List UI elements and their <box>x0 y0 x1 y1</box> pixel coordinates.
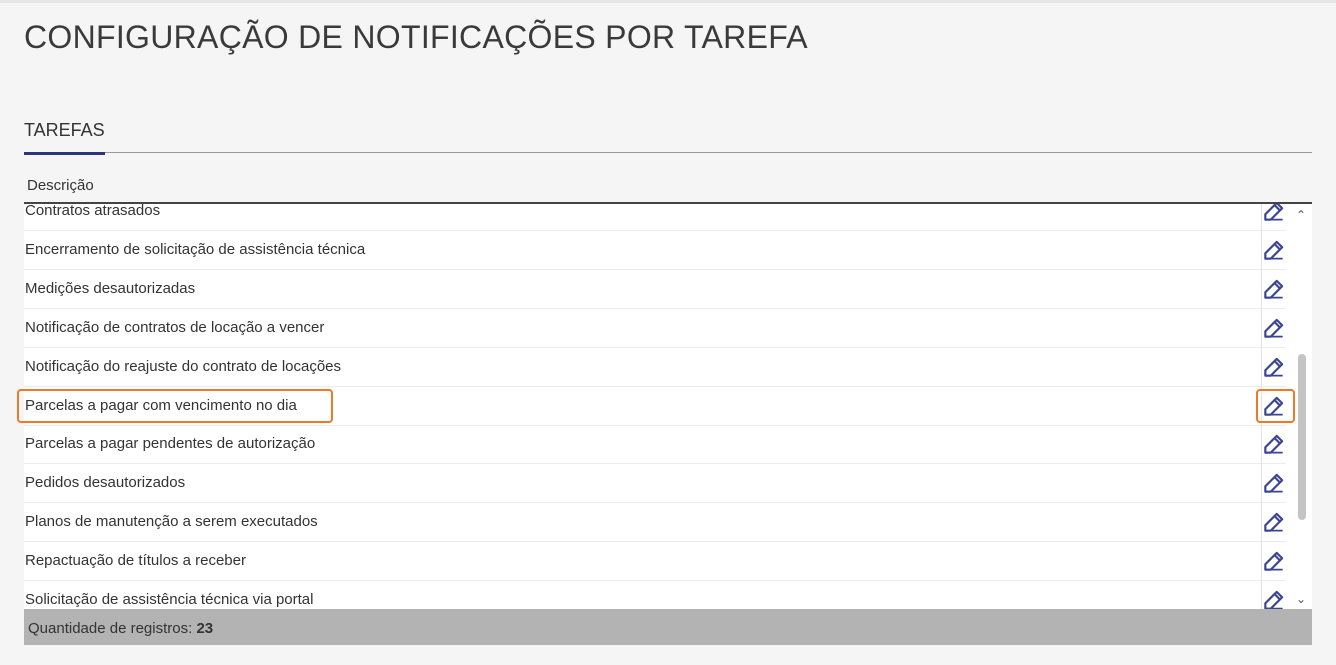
table-row[interactable]: Solicitação de assistência técnica via p… <box>24 581 1286 611</box>
top-border <box>0 0 1336 3</box>
tasks-grid: Contratos atrasados Encerramento de solic… <box>24 202 1312 611</box>
pencil-edit-icon[interactable] <box>1261 315 1287 341</box>
tab-bar: TAREFAS <box>24 110 1312 155</box>
row-description: Medições desautorizadas <box>25 279 196 297</box>
active-tab-indicator <box>24 152 105 155</box>
row-description: Solicitação de assistência técnica via p… <box>25 591 314 608</box>
pencil-edit-icon[interactable] <box>1261 548 1287 574</box>
pencil-edit-icon[interactable] <box>1261 204 1287 224</box>
grid-footer: Quantidade de registros: 23 <box>24 609 1312 645</box>
table-row[interactable]: Repactuação de títulos a receber <box>24 542 1287 582</box>
table-row[interactable]: Notificação do reajuste do contrato de l… <box>24 348 1286 387</box>
row-description: Parcelas a pagar pendentes de autorizaçã… <box>25 435 316 453</box>
scroll-down-icon[interactable]: ⌄ <box>1294 592 1308 606</box>
tab-tarefas[interactable]: TAREFAS <box>24 110 105 155</box>
pencil-edit-icon[interactable] <box>1261 276 1287 302</box>
grid-scrollbar[interactable]: ⌃ ⌄ <box>1290 204 1312 611</box>
pencil-edit-icon[interactable] <box>1261 470 1287 496</box>
table-row[interactable]: Notificação de contratos de locação a ve… <box>24 309 1286 348</box>
pencil-edit-icon[interactable] <box>1261 509 1287 535</box>
page-title: CONFIGURAÇÃO DE NOTIFICAÇÕES POR TAREFA <box>24 19 808 55</box>
pencil-edit-icon[interactable] <box>1261 237 1287 263</box>
record-count-label: Quantidade de registros: <box>28 620 193 637</box>
pencil-edit-icon[interactable] <box>1261 587 1287 611</box>
row-description: Contratos atrasados <box>25 202 161 219</box>
pencil-edit-icon[interactable] <box>1261 431 1287 457</box>
action-column-divider <box>1261 204 1262 611</box>
pencil-edit-icon[interactable] <box>1261 354 1287 380</box>
row-description: Parcelas a pagar com vencimento no dia <box>25 396 297 414</box>
pencil-edit-icon[interactable] <box>1261 393 1287 419</box>
table-row[interactable]: Parcelas a pagar pendentes de autorizaçã… <box>24 425 1287 465</box>
row-description: Planos de manutenção a serem executados <box>25 513 318 531</box>
scroll-thumb[interactable] <box>1298 354 1306 520</box>
table-row[interactable]: Pedidos desautorizados <box>24 464 1287 504</box>
row-description: Notificação do reajuste do contrato de l… <box>25 357 342 375</box>
row-description: Repactuação de títulos a receber <box>25 552 246 570</box>
table-row[interactable]: Planos de manutenção a serem executados <box>24 503 1287 543</box>
row-description: Encerramento de solicitação de assistênc… <box>25 240 366 258</box>
record-count-value: 23 <box>196 620 214 637</box>
row-description: Notificação de contratos de locação a ve… <box>25 318 325 336</box>
table-row[interactable]: Parcelas a pagar com vencimento no dia <box>24 387 1286 426</box>
tab-tarefas-label: TAREFAS <box>24 120 105 140</box>
table-row[interactable]: Medições desautorizadas <box>24 270 1286 309</box>
table-row[interactable]: Contratos atrasados <box>24 202 1287 231</box>
record-count: Quantidade de registros: 23 <box>28 620 213 637</box>
row-description: Pedidos desautorizados <box>25 474 186 492</box>
column-header-descricao[interactable]: Descrição <box>27 177 94 194</box>
scroll-up-icon[interactable]: ⌃ <box>1294 208 1308 222</box>
table-row[interactable]: Encerramento de solicitação de assistênc… <box>24 231 1286 270</box>
